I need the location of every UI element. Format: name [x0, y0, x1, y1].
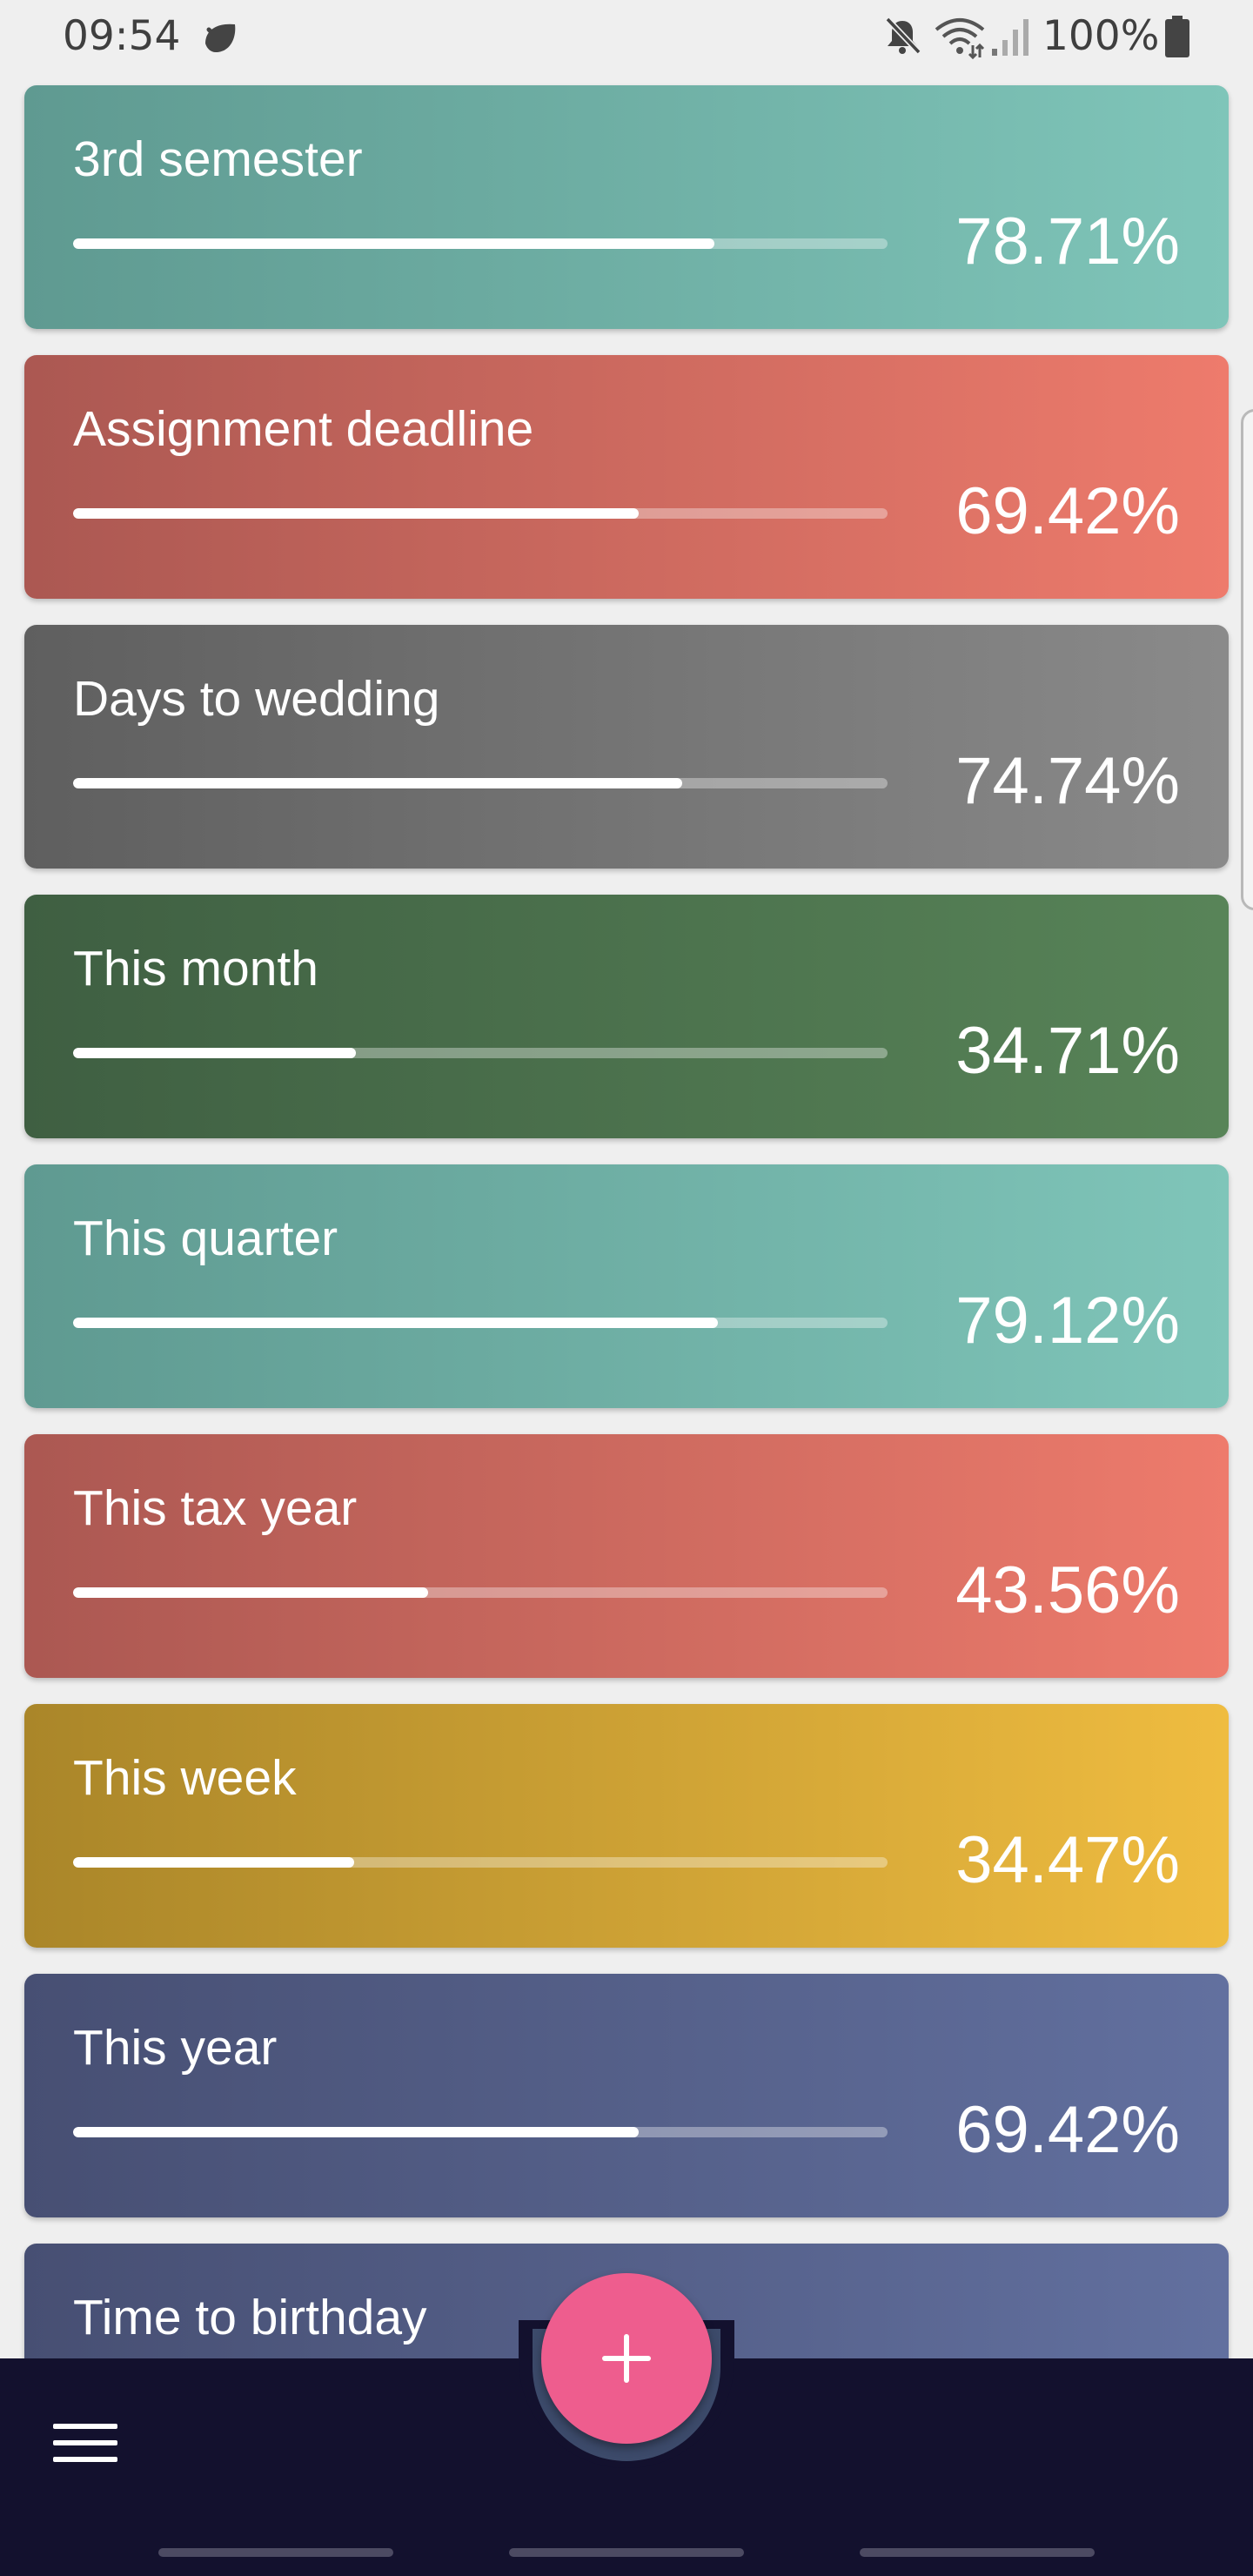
battery-percentage: 100%: [1042, 12, 1160, 60]
card-title: This week: [73, 1750, 297, 1806]
progress-card[interactable]: This year 69.42%: [24, 1974, 1229, 2217]
progress-track: [73, 2127, 888, 2137]
progress-fill: [73, 238, 714, 249]
card-title: Time to birthday: [73, 2290, 427, 2345]
card-title: This tax year: [73, 1480, 358, 1536]
progress-track: [73, 778, 888, 788]
progress-card[interactable]: This week 34.47%: [24, 1704, 1229, 1948]
progress-card[interactable]: This tax year 43.56%: [24, 1434, 1229, 1678]
progress-card[interactable]: This month 34.71%: [24, 895, 1229, 1138]
progress-track: [73, 238, 888, 249]
progress-fill: [73, 1587, 428, 1598]
progress-card[interactable]: 3rd semester 78.71%: [24, 85, 1229, 329]
wifi-icon: [935, 18, 985, 59]
card-percentage: 43.56%: [955, 1553, 1180, 1627]
card-percentage: 69.42%: [955, 2093, 1180, 2167]
system-nav-recents[interactable]: [158, 2548, 393, 2557]
progress-fill: [73, 508, 639, 519]
progress-fill: [73, 1857, 354, 1868]
leaf-icon: [205, 23, 236, 53]
progress-fill: [73, 2127, 639, 2137]
card-percentage: 74.74%: [955, 744, 1180, 818]
status-time: 09:54: [63, 12, 181, 60]
card-title: Days to wedding: [73, 671, 440, 727]
card-title: This year: [73, 2020, 278, 2076]
progress-card[interactable]: This quarter 79.12%: [24, 1164, 1229, 1408]
menu-button[interactable]: [44, 2412, 127, 2473]
progress-track: [73, 1587, 888, 1598]
battery-icon: [1165, 16, 1189, 57]
hamburger-menu-icon: [53, 2424, 117, 2462]
progress-fill: [73, 778, 682, 788]
progress-fill: [73, 1318, 718, 1328]
card-percentage: 34.71%: [955, 1014, 1180, 1088]
system-nav-back[interactable]: [860, 2548, 1095, 2557]
card-title: Assignment deadline: [73, 401, 534, 457]
card-title: 3rd semester: [73, 131, 363, 187]
progress-fill: [73, 1048, 356, 1058]
card-percentage: 79.12%: [955, 1284, 1180, 1358]
progress-card[interactable]: Days to wedding 74.74%: [24, 625, 1229, 869]
progress-track: [73, 1048, 888, 1058]
plus-icon: [602, 2334, 651, 2383]
card-percentage: 34.47%: [955, 1823, 1180, 1897]
countdown-list: 3rd semester 78.71% Assignment deadline …: [24, 85, 1229, 2513]
status-bar: 09:54 100%: [0, 0, 1253, 75]
progress-card[interactable]: Assignment deadline 69.42%: [24, 355, 1229, 599]
card-percentage: 78.71%: [955, 205, 1180, 278]
scroll-handle[interactable]: [1241, 409, 1253, 910]
system-nav-home[interactable]: [509, 2548, 744, 2557]
add-button[interactable]: [541, 2273, 712, 2444]
progress-track: [73, 1318, 888, 1328]
card-title: This quarter: [73, 1211, 338, 1266]
card-percentage: 69.42%: [955, 474, 1180, 548]
card-title: This month: [73, 941, 318, 996]
progress-track: [73, 1857, 888, 1868]
signal-icon: [992, 19, 1029, 56]
mute-icon: [885, 17, 921, 55]
progress-track: [73, 508, 888, 519]
